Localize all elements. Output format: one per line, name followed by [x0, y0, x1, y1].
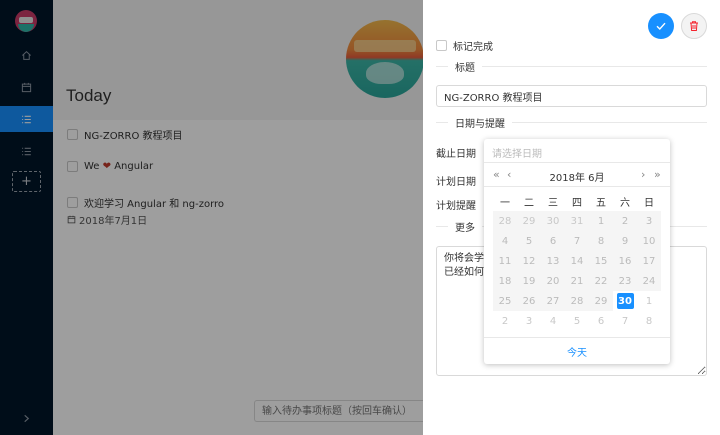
- section-title: 更多: [455, 222, 475, 234]
- calendar-day[interactable]: 9: [613, 231, 637, 251]
- check-icon: [656, 22, 666, 31]
- calendar-day[interactable]: 24: [637, 271, 661, 291]
- mark-done-checkbox[interactable]: 标记完成: [436, 38, 493, 53]
- calendar-day[interactable]: 6: [541, 231, 565, 251]
- calendar-day[interactable]: 7: [565, 231, 589, 251]
- calendar-day[interactable]: 23: [613, 271, 637, 291]
- calendar-day[interactable]: 1: [637, 291, 661, 311]
- weekday-row: 一二三四五六日: [493, 194, 661, 209]
- calendar-day[interactable]: 27: [541, 291, 565, 311]
- calendar-day[interactable]: 2: [613, 211, 637, 231]
- calendar-day[interactable]: 2: [493, 311, 517, 331]
- calendar-day[interactable]: 28: [565, 291, 589, 311]
- section-divider-title: 标题: [436, 60, 707, 74]
- calendar-day[interactable]: 1: [589, 211, 613, 231]
- section-title: 日期与提醒: [455, 118, 505, 130]
- calendar-day[interactable]: 13: [541, 251, 565, 271]
- date-picker-popup: 请选择日期 « ‹ 2018年 6月 › » 一二三四五六日 28 29 30 31 1…: [484, 139, 670, 364]
- calendar-day[interactable]: 11: [493, 251, 517, 271]
- calendar-day[interactable]: 6: [589, 311, 613, 331]
- delete-button[interactable]: [681, 13, 707, 39]
- calendar-day[interactable]: 18: [493, 271, 517, 291]
- mark-done-label: 标记完成: [453, 42, 493, 53]
- calendar-day[interactable]: 8: [589, 231, 613, 251]
- calendar-day[interactable]: 8: [637, 311, 661, 331]
- selected-day[interactable]: 30: [616, 293, 634, 309]
- weekday-label: 日: [644, 198, 654, 209]
- weekday-label: 五: [596, 198, 606, 209]
- calendar-day[interactable]: 5: [517, 231, 541, 251]
- weekday-label: 二: [524, 198, 534, 209]
- confirm-button[interactable]: [648, 13, 674, 39]
- calendar-day[interactable]: 4: [541, 311, 565, 331]
- calendar-day[interactable]: 29: [589, 291, 613, 311]
- drawer-mask[interactable]: [0, 0, 423, 435]
- title-input[interactable]: [436, 85, 707, 107]
- next-month-button[interactable]: ›: [641, 168, 645, 181]
- calendar-day[interactable]: 17: [637, 251, 661, 271]
- weekday-label: 一: [500, 198, 510, 209]
- calendar-day[interactable]: 16: [613, 251, 637, 271]
- calendar-day[interactable]: 14: [565, 251, 589, 271]
- calendar-day[interactable]: 3: [517, 311, 541, 331]
- weekday-label: 四: [572, 198, 582, 209]
- weekday-label: 六: [620, 198, 630, 209]
- next-year-button[interactable]: »: [654, 168, 661, 181]
- date-picker-input[interactable]: 请选择日期: [484, 139, 670, 163]
- calendar-day[interactable]: 10: [637, 231, 661, 251]
- calendar-day[interactable]: 7: [613, 311, 637, 331]
- calendar-day[interactable]: 28: [493, 211, 517, 231]
- section-title: 标题: [455, 62, 475, 74]
- weekday-label: 三: [548, 198, 558, 209]
- calendar-day[interactable]: 15: [589, 251, 613, 271]
- section-divider-date: 日期与提醒: [436, 116, 707, 130]
- due-date-label: 截止日期: [436, 149, 476, 160]
- plan-remind-label: 计划提醒: [436, 201, 476, 212]
- calendar-day[interactable]: 21: [565, 271, 589, 291]
- date-picker-header: « ‹ 2018年 6月 › »: [484, 163, 670, 187]
- calendar-day[interactable]: 26: [517, 291, 541, 311]
- calendar-day[interactable]: 19: [517, 271, 541, 291]
- calendar-day[interactable]: 5: [565, 311, 589, 331]
- today-button[interactable]: 今天: [484, 337, 670, 364]
- calendar-day[interactable]: 20: [541, 271, 565, 291]
- calendar-day[interactable]: 31: [565, 211, 589, 231]
- calendar-day[interactable]: 30: [613, 291, 637, 311]
- calendar-day[interactable]: 3: [637, 211, 661, 231]
- calendar-day[interactable]: 25: [493, 291, 517, 311]
- calendar-grid: 28 29 30 31 1 2 3 4 5 6 7 8 9 10 11 12 13 14 15 16 17 18 19 20 2…: [493, 211, 661, 331]
- plan-date-label: 计划日期: [436, 177, 476, 188]
- calendar-day[interactable]: 12: [517, 251, 541, 271]
- trash-icon: [690, 21, 698, 31]
- calendar-day[interactable]: 30: [541, 211, 565, 231]
- calendar-day[interactable]: 22: [589, 271, 613, 291]
- checkbox-box[interactable]: [436, 40, 447, 51]
- calendar-day[interactable]: 4: [493, 231, 517, 251]
- calendar-day[interactable]: 29: [517, 211, 541, 231]
